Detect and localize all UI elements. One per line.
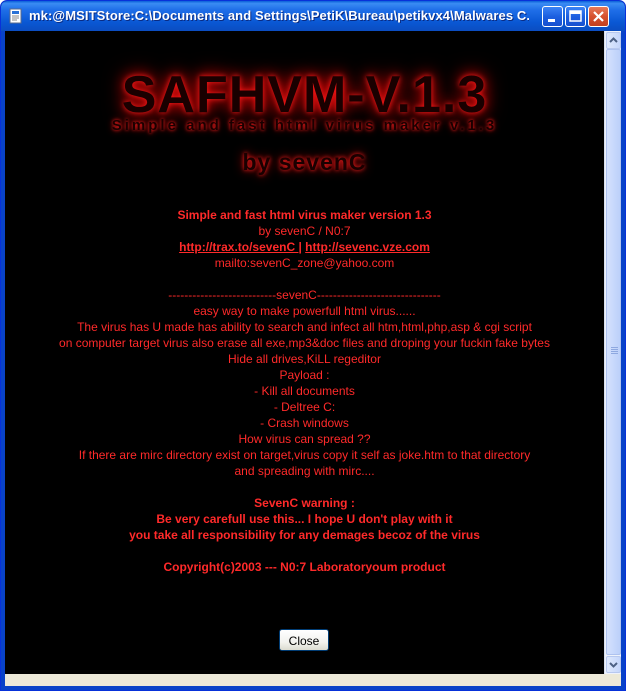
- warning-heading: SevenC warning :: [254, 496, 355, 510]
- banner-logo: SAFHVM-V.1.3: [121, 66, 488, 124]
- html-help-icon: [8, 8, 24, 24]
- description-line: How virus can spread ??: [238, 432, 371, 446]
- info-divider: ---------------------------sevenC-------…: [168, 288, 441, 302]
- description-line: - Crash windows: [260, 416, 349, 430]
- minimize-button[interactable]: [542, 6, 563, 27]
- help-window: mk:@MSITStore:C:\Documents and Settings\…: [0, 0, 626, 691]
- description-line: Payload :: [279, 368, 330, 382]
- window-title: mk:@MSITStore:C:\Documents and Settings\…: [29, 8, 529, 23]
- warning-line: Be very carefull use this... I hope U do…: [156, 512, 453, 526]
- help-content: SAFHVM-V.1.3 Simple and fast html virus …: [5, 31, 604, 674]
- info-heading: Simple and fast html virus maker version…: [177, 208, 432, 222]
- description-line: - Kill all documents: [254, 384, 355, 398]
- description-line: The virus has U made has ability to sear…: [77, 320, 532, 334]
- description-line: Hide all drives,KiLL regeditor: [228, 352, 381, 366]
- banner-subtitle: Simple and fast html virus maker v.1.3: [111, 117, 498, 134]
- info-mailto: mailto:sevenC_zone@yahoo.com: [214, 256, 395, 270]
- description-line: on computer target virus also erase all …: [59, 336, 550, 350]
- info-block: Simple and fast html virus maker version…: [5, 207, 604, 575]
- scroll-up-button[interactable]: [606, 32, 621, 49]
- link-trax[interactable]: http://trax.to/sevenC: [179, 240, 298, 254]
- window-frame-bottom: [1, 686, 625, 690]
- window-frame-right: [621, 31, 625, 690]
- warning-line: you take all responsibility for any dema…: [129, 528, 480, 542]
- info-links: http://trax.to/sevenC | http://sevenc.vz…: [5, 239, 604, 255]
- banner-byline: by sevenC: [242, 149, 367, 175]
- description-line: If there are mirc directory exist on tar…: [78, 448, 531, 462]
- description-line: and spreading with mirc....: [234, 464, 375, 478]
- info-author: by sevenC / N0:7: [258, 224, 351, 238]
- link-sevenc[interactable]: http://sevenc.vze.com: [305, 240, 430, 254]
- title-bar[interactable]: mk:@MSITStore:C:\Documents and Settings\…: [1, 1, 625, 31]
- description-line: easy way to make powerfull html virus...…: [193, 304, 416, 318]
- copyright-text: Copyright(c)2003 --- N0:7 Laboratoryoum …: [163, 560, 446, 574]
- link-separator: |: [298, 240, 302, 254]
- description-line: - Deltree C:: [273, 400, 336, 414]
- vertical-scrollbar[interactable]: [604, 31, 621, 674]
- close-button[interactable]: Close: [279, 629, 329, 651]
- scroll-down-button[interactable]: [606, 656, 621, 673]
- window-bottom-strip: [5, 674, 621, 686]
- scrollbar-thumb[interactable]: [606, 49, 621, 655]
- close-window-button[interactable]: [588, 6, 609, 27]
- maximize-button[interactable]: [565, 6, 586, 27]
